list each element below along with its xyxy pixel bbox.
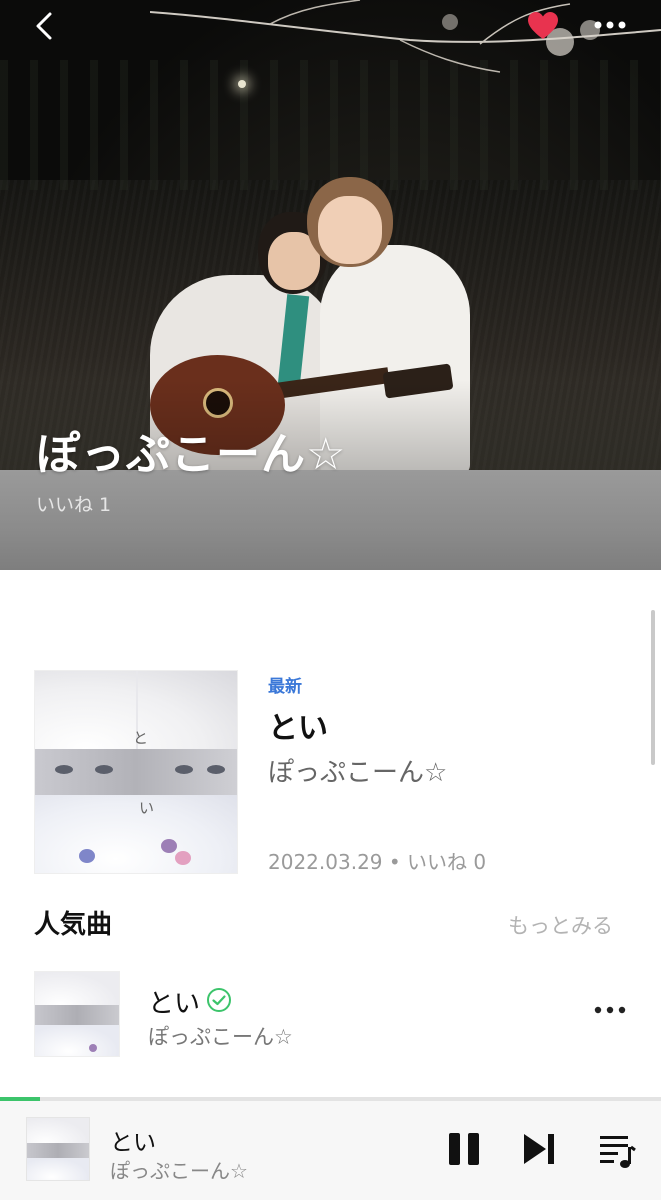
latest-badge: 最新 bbox=[268, 677, 302, 697]
track-art bbox=[34, 971, 120, 1057]
back-button[interactable] bbox=[28, 8, 64, 44]
art-panel-middle bbox=[35, 749, 237, 795]
track-artist: ぽっぷこーん☆ bbox=[148, 1025, 293, 1049]
artist-name: ぽっぷこーん☆ bbox=[36, 429, 347, 480]
verified-check-icon bbox=[207, 988, 231, 1012]
latest-song-artist: ぽっぷこーん☆ bbox=[268, 758, 448, 788]
hero-fade bbox=[0, 470, 661, 570]
queue-music-icon bbox=[600, 1136, 636, 1168]
mini-player[interactable]: とい ぽっぷこーん☆ bbox=[0, 1101, 661, 1200]
artist-hero: ぽっぷこーん☆ いいね 1 bbox=[0, 0, 661, 570]
player-album-art bbox=[26, 1117, 90, 1181]
heart-icon bbox=[528, 12, 558, 39]
latest-song-title[interactable]: とい bbox=[268, 703, 328, 747]
pause-button[interactable] bbox=[446, 1131, 482, 1167]
latest-song-meta: 2022.03.29 • いいね 0 bbox=[268, 850, 487, 874]
player-song-artist: ぽっぷこーん☆ bbox=[110, 1159, 248, 1183]
track-more-button[interactable] bbox=[590, 995, 630, 1025]
like-button[interactable] bbox=[526, 10, 560, 42]
back-arrow-icon bbox=[36, 12, 52, 40]
latest-album-art[interactable]: と い bbox=[34, 670, 238, 874]
more-horizontal-icon bbox=[594, 1006, 626, 1014]
next-track-button[interactable] bbox=[522, 1131, 556, 1167]
person-right-face bbox=[318, 196, 382, 264]
art-char-i: い bbox=[139, 799, 155, 817]
photo-lamp bbox=[238, 80, 246, 88]
track-title: とい bbox=[148, 989, 201, 1019]
more-horizontal-icon bbox=[594, 21, 626, 29]
popular-section-title: 人気曲 bbox=[34, 910, 113, 940]
queue-button[interactable] bbox=[598, 1131, 636, 1169]
scroll-indicator bbox=[651, 610, 655, 765]
more-options-button[interactable] bbox=[590, 10, 630, 40]
track-row[interactable]: とい ぽっぷこーん☆ bbox=[0, 965, 661, 1065]
pause-icon bbox=[449, 1133, 479, 1165]
artist-likes: いいね 1 bbox=[36, 494, 112, 516]
photo-branches bbox=[150, 0, 661, 73]
skip-next-icon bbox=[524, 1134, 554, 1164]
art-panel-bottom bbox=[35, 795, 237, 873]
art-char-to: と bbox=[133, 729, 149, 747]
player-song-title: とい bbox=[110, 1130, 156, 1156]
see-more-link[interactable]: もっとみる bbox=[508, 910, 613, 940]
